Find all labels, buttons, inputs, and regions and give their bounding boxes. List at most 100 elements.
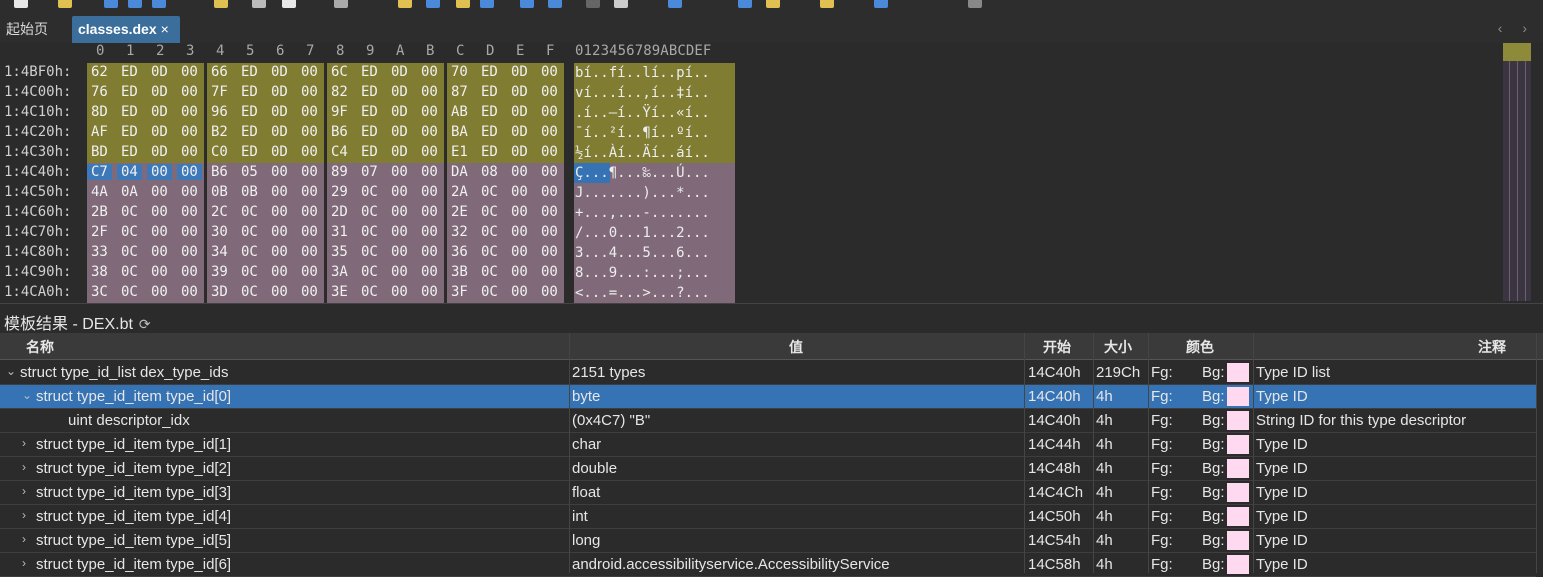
hex-byte[interactable]: DA	[451, 164, 468, 180]
hex-byte[interactable]: 00	[511, 204, 528, 220]
hex-byte[interactable]: 76	[91, 84, 108, 100]
hex-byte[interactable]: 0C	[121, 264, 138, 280]
hex-byte[interactable]: 00	[421, 104, 438, 120]
hex-byte[interactable]: 00	[391, 284, 408, 300]
column-color[interactable]: 颜色	[1186, 337, 1214, 357]
hex-row[interactable]: 1:4CA0h: 3C 0C 00 00 3D 0C 00 00 3E 0C 00 00 3F 0C 00 00…	[0, 283, 740, 303]
hex-byte[interactable]: 00	[391, 224, 408, 240]
hex-byte[interactable]: 0C	[481, 244, 498, 260]
ascii-text[interactable]: /...0...1...2...	[574, 223, 735, 243]
hex-byte[interactable]: 00	[181, 144, 198, 160]
calculator-icon[interactable]	[738, 0, 752, 8]
hex-byte[interactable]: ED	[481, 104, 498, 120]
new-file-icon[interactable]	[14, 0, 28, 8]
hex-byte[interactable]: 00	[271, 264, 288, 280]
bg-color-swatch[interactable]	[1227, 459, 1249, 478]
hex-editor[interactable]: 0123456789ABCDEF 0123456789ABCDEF 1:4BF0…	[0, 43, 1543, 303]
ascii-text[interactable]: J.......)...*...	[574, 183, 735, 203]
hex-byte[interactable]: 00	[391, 184, 408, 200]
hex-byte[interactable]: C0	[211, 144, 228, 160]
hex-byte[interactable]: 2F	[91, 224, 108, 240]
bg-color-swatch[interactable]	[1227, 411, 1249, 430]
hex-row[interactable]: 1:4C50h: 4A 0A 00 00 0B 0B 00 00 29 0C 00 00 2A 0C 00 00…	[0, 183, 740, 203]
hex-byte[interactable]: 00	[301, 124, 318, 140]
tree-row[interactable]: › struct type_id_item type_id[6] android.a…	[0, 553, 1536, 577]
chevron-right-icon[interactable]: ›	[22, 556, 26, 570]
copy-icon[interactable]	[214, 0, 228, 8]
hex-byte[interactable]: 34	[211, 244, 228, 260]
hex-byte[interactable]: ED	[241, 104, 258, 120]
hex-byte[interactable]: 2B	[91, 204, 108, 220]
hex-byte[interactable]: 00	[541, 284, 558, 300]
bg-color-swatch[interactable]	[1227, 387, 1249, 406]
hex-byte[interactable]: 00	[181, 204, 198, 220]
hex-byte[interactable]: 00	[271, 244, 288, 260]
hex-byte[interactable]: 00	[151, 224, 168, 240]
bg-color-swatch[interactable]	[1227, 483, 1249, 502]
hex-byte[interactable]: 3E	[331, 284, 348, 300]
tab-home[interactable]: 起始页	[0, 16, 54, 43]
hex-byte[interactable]: 0C	[241, 244, 258, 260]
ascii-text[interactable]: Ç...¶...‰...Ú...	[574, 163, 735, 183]
hex-byte[interactable]: 0D	[151, 84, 168, 100]
hex-byte[interactable]: 8D	[91, 104, 108, 120]
open-folder-icon[interactable]	[58, 0, 72, 8]
close-icon[interactable]: ×	[161, 21, 169, 37]
hex-byte[interactable]: 82	[331, 84, 348, 100]
hex-byte[interactable]: 00	[301, 284, 318, 300]
hex-byte[interactable]: 00	[181, 284, 198, 300]
hex-byte[interactable]: 00	[301, 164, 318, 180]
hex-byte[interactable]: 2D	[331, 204, 348, 220]
chevron-right-icon[interactable]: ›	[22, 436, 26, 450]
hex-byte[interactable]: 0D	[151, 144, 168, 160]
hex-byte[interactable]: 00	[301, 64, 318, 80]
hex-byte[interactable]: 0D	[271, 64, 288, 80]
hex-byte[interactable]: ED	[481, 144, 498, 160]
chevron-down-icon[interactable]: ⌄	[6, 364, 16, 378]
hex-byte[interactable]: 00	[421, 224, 438, 240]
hex-byte[interactable]: 00	[301, 144, 318, 160]
hex-byte[interactable]: 00	[301, 224, 318, 240]
hex-byte[interactable]: BD	[91, 144, 108, 160]
hex-byte[interactable]: ED	[241, 124, 258, 140]
hex-byte[interactable]: 3A	[331, 264, 348, 280]
hex-byte[interactable]: 32	[451, 224, 468, 240]
hex-byte[interactable]: 00	[181, 184, 198, 200]
hex-byte[interactable]: ED	[121, 144, 138, 160]
hex-byte[interactable]: 2C	[211, 204, 228, 220]
hex-byte[interactable]: B6	[331, 124, 348, 140]
hex-byte[interactable]: 07	[361, 164, 378, 180]
hex-byte[interactable]: 0C	[241, 284, 258, 300]
text-mode-icon[interactable]	[614, 0, 628, 8]
hex-byte[interactable]: 0C	[121, 204, 138, 220]
hex-byte[interactable]: 00	[541, 204, 558, 220]
hex-byte[interactable]: 96	[211, 104, 228, 120]
hex-byte[interactable]: 00	[421, 164, 438, 180]
paste-icon[interactable]	[282, 0, 296, 8]
hex-byte[interactable]: ED	[121, 124, 138, 140]
hex-byte[interactable]: 2A	[451, 184, 468, 200]
hex-byte[interactable]: 0D	[511, 84, 528, 100]
hex-byte[interactable]: B6	[211, 164, 228, 180]
hex-byte[interactable]: 38	[91, 264, 108, 280]
bg-color-swatch[interactable]	[1227, 555, 1249, 574]
bg-color-swatch[interactable]	[1227, 363, 1249, 382]
find-icon[interactable]	[398, 0, 412, 8]
histogram-icon[interactable]	[820, 0, 834, 8]
hex-byte[interactable]: ED	[481, 124, 498, 140]
hex-byte[interactable]: ED	[121, 64, 138, 80]
hex-byte[interactable]: 29	[331, 184, 348, 200]
tree-row[interactable]: uint descriptor_idx (0x4C7) "B" 14C40h 4h Fg…	[0, 409, 1536, 433]
hex-byte[interactable]: 0C	[241, 204, 258, 220]
ascii-text[interactable]: ¯í..²í..¶í..ºí..	[574, 123, 735, 143]
hex-byte[interactable]: 0D	[271, 84, 288, 100]
hex-byte[interactable]: 00	[301, 184, 318, 200]
chevron-down-icon[interactable]: ⌄	[22, 388, 32, 402]
hex-row[interactable]: 1:4C20h: AF ED 0D 00 B2 ED 0D 00 B6 ED 0D 00 BA ED 0D 00…	[0, 123, 740, 143]
hex-byte[interactable]: 00	[271, 224, 288, 240]
hex-byte[interactable]: 00	[421, 84, 438, 100]
hex-byte[interactable]: 0C	[121, 284, 138, 300]
hex-byte[interactable]: 00	[301, 244, 318, 260]
hex-row[interactable]: 1:4C60h: 2B 0C 00 00 2C 0C 00 00 2D 0C 00 00 2E 0C 00 00…	[0, 203, 740, 223]
hex-byte[interactable]: 0B	[241, 184, 258, 200]
